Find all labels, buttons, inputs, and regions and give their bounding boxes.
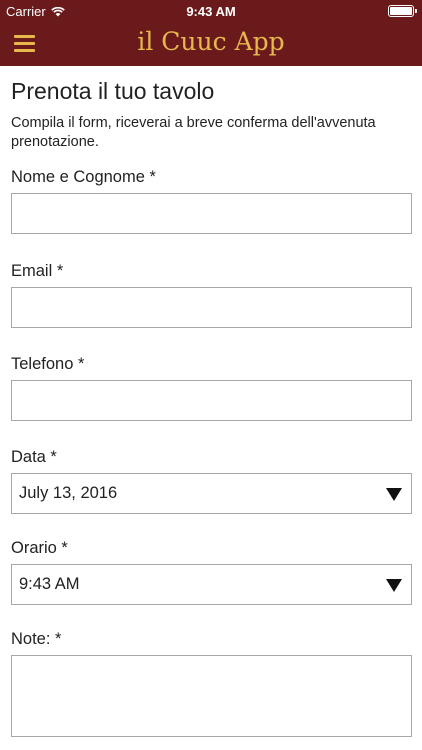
date-select[interactable]: July 13, 2016 <box>11 473 412 514</box>
notes-label: Note: * <box>11 630 62 648</box>
chevron-down-icon <box>386 579 402 592</box>
phone-input[interactable] <box>11 380 412 421</box>
time-label: Orario * <box>11 539 68 557</box>
date-value: July 13, 2016 <box>19 484 118 502</box>
name-input[interactable] <box>11 193 412 234</box>
page-title: Prenota il tuo tavolo <box>11 78 215 104</box>
email-label: Email * <box>11 262 64 280</box>
status-time: 9:43 AM <box>186 4 236 19</box>
navigation-bar: il Cuuc App <box>0 22 422 66</box>
name-label: Nome e Cognome * <box>11 168 156 186</box>
date-label: Data * <box>11 448 57 466</box>
phone-label: Telefono * <box>11 355 85 373</box>
email-input[interactable] <box>11 287 412 328</box>
time-value: 9:43 AM <box>19 575 80 593</box>
reservation-form: Prenota il tuo tavolo Compila il form, r… <box>11 66 412 737</box>
chevron-down-icon <box>386 488 402 501</box>
app-title: il Cuuc App <box>137 27 285 56</box>
battery-icon <box>388 5 417 17</box>
notes-textarea[interactable] <box>11 655 412 737</box>
form-intro: Compila il form, riceverai a breve confe… <box>11 115 376 150</box>
status-bar: Carrier 9:43 AM <box>0 0 422 22</box>
time-select[interactable]: 9:43 AM <box>11 564 412 605</box>
